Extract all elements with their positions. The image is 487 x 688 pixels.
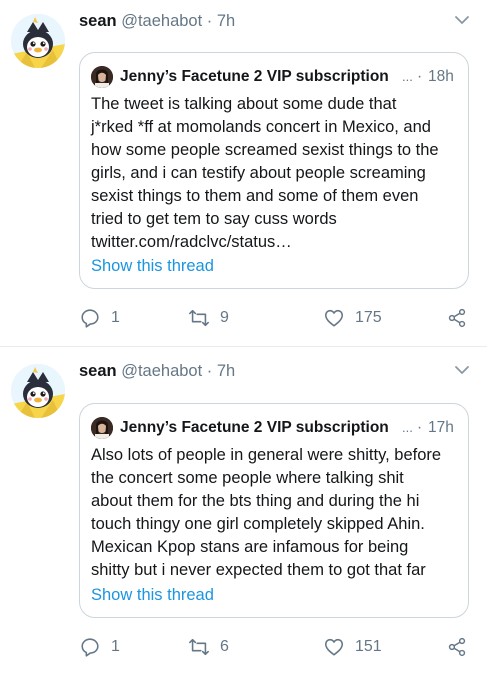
tweet-actions: 1 9 175 — [79, 306, 479, 330]
tweet-header: sean @taehabot · 7h — [79, 10, 235, 32]
penguin-avatar-icon — [11, 14, 65, 68]
avatar[interactable] — [11, 364, 65, 418]
tweet-header: sean @taehabot · 7h — [79, 360, 235, 382]
retweet-icon — [189, 309, 209, 327]
quoted-author-name: Jenny’s Facetune 2 VIP subscription — [120, 68, 389, 85]
text-line: touch thingy one girl completely skipped… — [91, 515, 425, 533]
timestamp[interactable]: 7h — [217, 12, 235, 30]
like-button[interactable]: 151 — [323, 635, 382, 659]
share-button[interactable] — [446, 635, 468, 659]
portrait-avatar-icon — [91, 417, 113, 439]
text-line: Mexican Kpop stans are infamous for bein… — [91, 538, 409, 556]
text-line: the concert some people where talking sh… — [91, 469, 404, 487]
quoted-timestamp: 17h — [428, 419, 454, 436]
heart-icon — [324, 309, 344, 327]
reply-count: 1 — [111, 309, 120, 326]
quoted-tweet[interactable]: Jenny’s Facetune 2 VIP subscription ... … — [79, 52, 469, 289]
separator-dot: · — [417, 68, 423, 85]
chevron-down-icon[interactable] — [454, 364, 470, 376]
retweet-button[interactable]: 9 — [188, 306, 229, 330]
truncation-ellipsis: ... — [402, 420, 413, 435]
like-count: 151 — [355, 638, 382, 655]
quoted-link[interactable]: twitter.com/radclvc/status… — [91, 231, 463, 254]
text-line: how some people screamed sexist things t… — [91, 141, 439, 159]
separator-dot: · — [206, 12, 213, 30]
penguin-avatar-icon — [11, 364, 65, 418]
text-line: j*rked *ff at momolands concert in Mexic… — [91, 118, 431, 136]
like-button[interactable]: 175 — [323, 306, 382, 330]
show-thread-link[interactable]: Show this thread — [91, 584, 214, 606]
quoted-avatar — [91, 66, 113, 88]
like-count: 175 — [355, 309, 382, 326]
show-thread-link[interactable]: Show this thread — [91, 255, 214, 277]
share-icon — [448, 637, 466, 657]
text-line: tried to get tem to say cuss words — [91, 210, 337, 228]
quoted-tweet-text: Also lots of people in general were shit… — [91, 444, 463, 582]
portrait-avatar-icon — [91, 66, 113, 88]
quoted-tweet-text: The tweet is talking about some dude tha… — [91, 93, 463, 254]
text-line: girls, and i can testify about people sc… — [91, 164, 426, 182]
retweet-button[interactable]: 6 — [188, 635, 229, 659]
text-line: Also lots of people in general were shit… — [91, 446, 442, 464]
tweet[interactable]: sean @taehabot · 7h Jenny’s Facetune 2 V… — [0, 350, 487, 688]
heart-icon — [324, 638, 344, 656]
tweet-divider — [0, 346, 487, 347]
reply-icon — [81, 309, 99, 328]
text-line: shitty but i never expected them to got … — [91, 561, 426, 579]
text-line: sexist things to them and some of them e… — [91, 187, 419, 205]
author-name[interactable]: sean — [79, 362, 117, 380]
author-name[interactable]: sean — [79, 12, 117, 30]
author-handle[interactable]: @taehabot — [121, 362, 202, 380]
chevron-down-icon[interactable] — [454, 14, 470, 26]
author-handle[interactable]: @taehabot — [121, 12, 202, 30]
share-icon — [448, 308, 466, 328]
reply-button[interactable]: 1 — [79, 306, 120, 330]
quoted-author-name: Jenny’s Facetune 2 VIP subscription — [120, 419, 389, 436]
reply-icon — [81, 638, 99, 657]
retweet-icon — [189, 638, 209, 656]
reply-button[interactable]: 1 — [79, 635, 120, 659]
quoted-avatar — [91, 417, 113, 439]
text-line: The tweet is talking about some dude tha… — [91, 95, 397, 113]
avatar[interactable] — [11, 14, 65, 68]
tweet[interactable]: sean @taehabot · 7h Jenny’s Facetune 2 V… — [0, 0, 487, 345]
separator-dot: · — [206, 362, 213, 380]
share-button[interactable] — [446, 306, 468, 330]
retweet-count: 6 — [220, 638, 229, 655]
truncation-ellipsis: ... — [402, 69, 413, 84]
quoted-tweet-header: Jenny’s Facetune 2 VIP subscription ... … — [91, 417, 459, 439]
quoted-timestamp: 18h — [428, 68, 454, 85]
quoted-tweet-header: Jenny’s Facetune 2 VIP subscription ... … — [91, 66, 459, 88]
separator-dot: · — [417, 419, 423, 436]
text-line: about them for the bts thing and during … — [91, 492, 420, 510]
retweet-count: 9 — [220, 309, 229, 326]
quoted-tweet[interactable]: Jenny’s Facetune 2 VIP subscription ... … — [79, 403, 469, 618]
reply-count: 1 — [111, 638, 120, 655]
tweet-actions: 1 6 151 — [79, 635, 479, 659]
timestamp[interactable]: 7h — [217, 362, 235, 380]
